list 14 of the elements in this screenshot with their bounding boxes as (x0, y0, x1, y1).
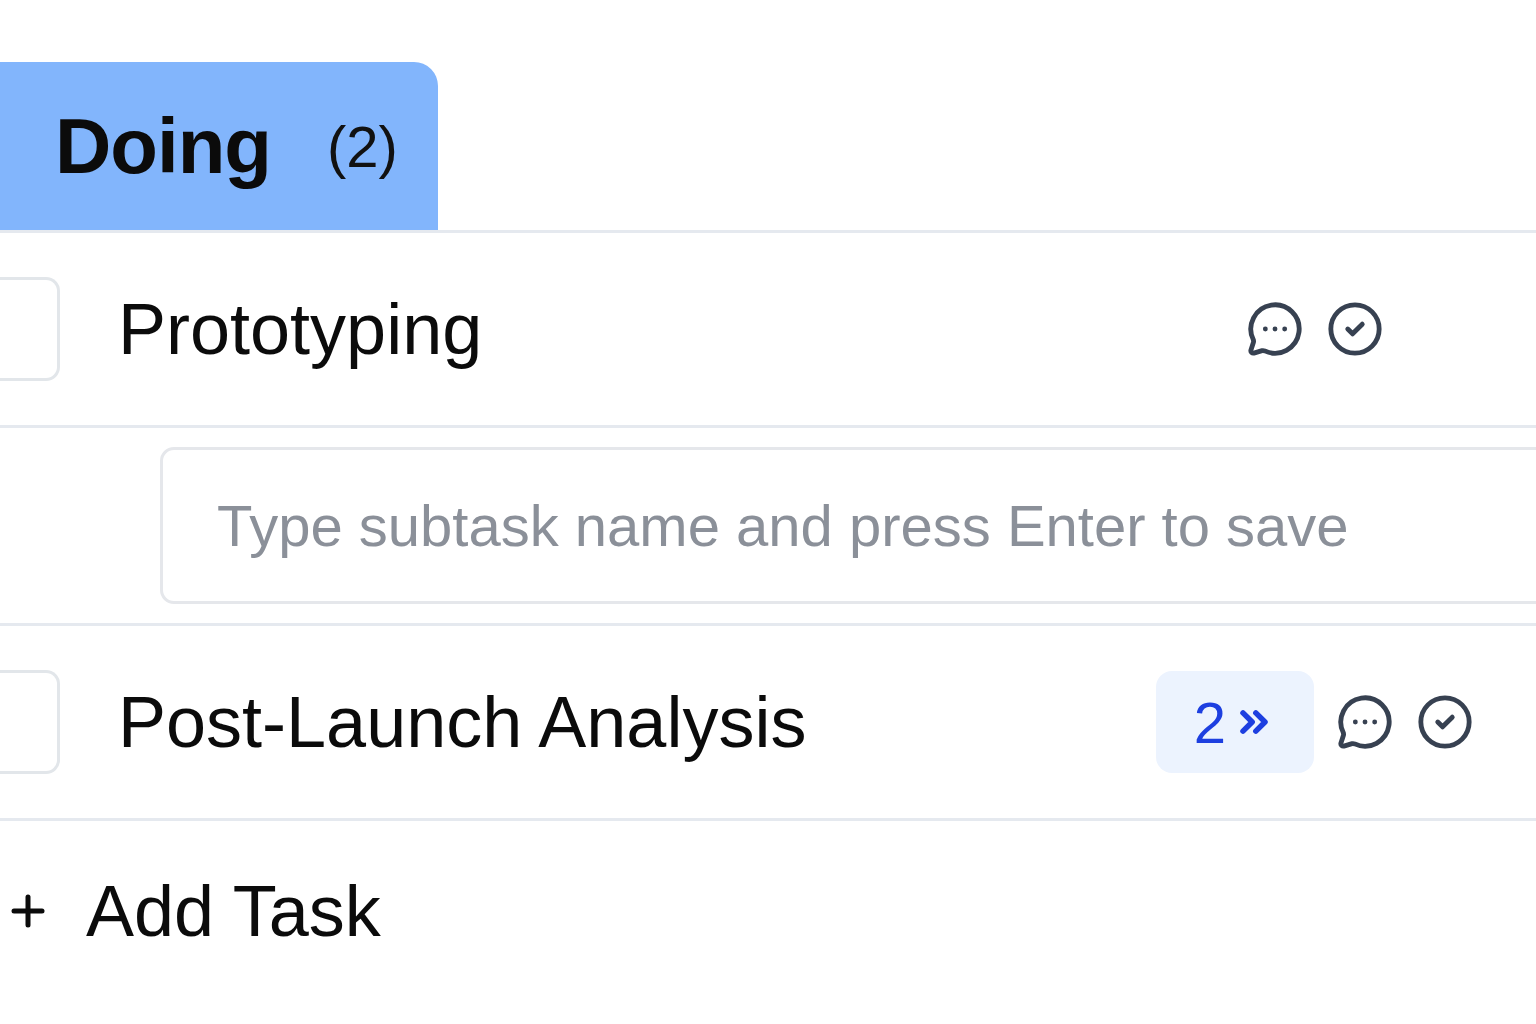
task-checkbox[interactable] (0, 277, 60, 381)
comment-icon[interactable] (1336, 693, 1394, 751)
add-task-button[interactable]: Add Task (4, 870, 381, 952)
comment-icon[interactable] (1246, 300, 1304, 358)
task-count: (2) (326, 112, 398, 180)
column-tab[interactable]: Doing (2) (0, 62, 438, 230)
check-circle-icon[interactable] (1416, 693, 1474, 751)
task-title: Prototyping (118, 288, 484, 370)
subtask-input-field[interactable]: Type subtask name and press Enter to save (160, 447, 1536, 604)
task-checkbox[interactable] (0, 670, 60, 774)
column-title: Doing (55, 100, 271, 192)
check-circle-icon[interactable] (1326, 300, 1384, 358)
task-title: Post-Launch Analysis (118, 681, 808, 763)
subtask-count-button[interactable]: 2 (1156, 671, 1314, 773)
